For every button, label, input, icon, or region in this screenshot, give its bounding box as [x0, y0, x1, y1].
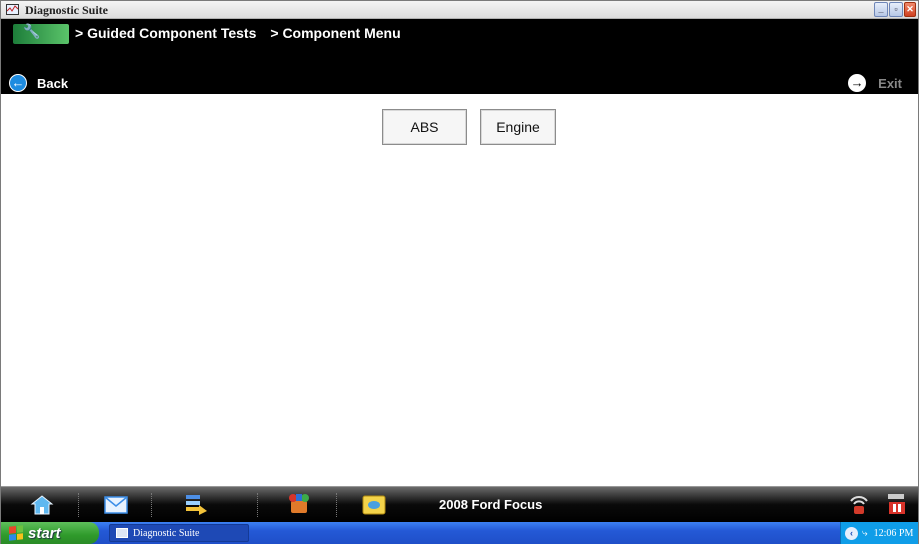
- plugin-icon[interactable]: [284, 491, 314, 519]
- tasks-icon[interactable]: [181, 491, 211, 519]
- window-controls: _ ▫ ✕: [874, 2, 916, 17]
- system-tray: ‹ ⤷ 12:06 PM: [840, 522, 918, 544]
- breadcrumb-item-component-menu[interactable]: > Component Menu: [270, 25, 400, 41]
- close-button[interactable]: ✕: [904, 2, 916, 17]
- header-bar: 🔧 > Guided Component Tests > Component M…: [1, 19, 918, 94]
- battery-icon[interactable]: [882, 489, 912, 517]
- data-icon[interactable]: [359, 491, 389, 519]
- windows-logo-icon: [9, 525, 23, 541]
- breadcrumb-item-guided-component-tests[interactable]: > Guided Component Tests: [75, 25, 256, 41]
- start-label: start: [28, 524, 61, 542]
- email-icon[interactable]: [101, 491, 131, 519]
- exit-label: Exit: [878, 75, 902, 91]
- back-arrow-icon: ←: [9, 74, 27, 92]
- exit-button[interactable]: → Exit: [848, 74, 902, 92]
- window-title: Diagnostic Suite: [25, 3, 109, 17]
- main-content: ABS Engine: [1, 94, 918, 486]
- engine-button[interactable]: Engine: [480, 109, 556, 145]
- app-icon: [6, 4, 19, 15]
- start-button[interactable]: start: [1, 522, 99, 544]
- wireless-icon[interactable]: [844, 489, 874, 517]
- clock: 12:06 PM: [873, 527, 914, 539]
- app-window: Diagnostic Suite _ ▫ ✕ 🔧 > Guided Compon…: [0, 0, 919, 544]
- title-bar[interactable]: Diagnostic Suite _ ▫ ✕: [1, 1, 918, 19]
- home-icon[interactable]: [27, 491, 57, 519]
- vehicle-label: 2008 Ford Focus: [439, 497, 543, 512]
- toolbar-separator: [336, 493, 337, 517]
- app-icon: [116, 528, 128, 538]
- bottom-toolbar: 2008 Ford Focus: [1, 486, 918, 522]
- minimize-button[interactable]: _: [874, 2, 888, 17]
- os-taskbar: start Diagnostic Suite ‹ ⤷ 12:06 PM: [1, 522, 918, 544]
- taskbar-item-label: Diagnostic Suite: [133, 527, 200, 539]
- toolbar-separator: [78, 493, 79, 517]
- toolbar-separator: [257, 493, 258, 517]
- toolbar-separator: [151, 493, 152, 517]
- diagnostic-logo-icon: 🔧: [1, 19, 69, 47]
- exit-arrow-icon: →: [848, 74, 867, 92]
- back-label: Back: [37, 75, 69, 91]
- chevron-left-icon[interactable]: ‹: [845, 526, 858, 540]
- abs-button[interactable]: ABS: [382, 109, 467, 145]
- toolbar-status: [844, 489, 912, 517]
- restore-button[interactable]: ▫: [889, 2, 903, 17]
- breadcrumb: 🔧 > Guided Component Tests > Component M…: [1, 19, 401, 47]
- taskbar-item-diagnostic-suite[interactable]: Diagnostic Suite: [109, 524, 249, 542]
- back-button[interactable]: ← Back: [9, 74, 68, 92]
- network-icon[interactable]: ⤷: [862, 528, 868, 539]
